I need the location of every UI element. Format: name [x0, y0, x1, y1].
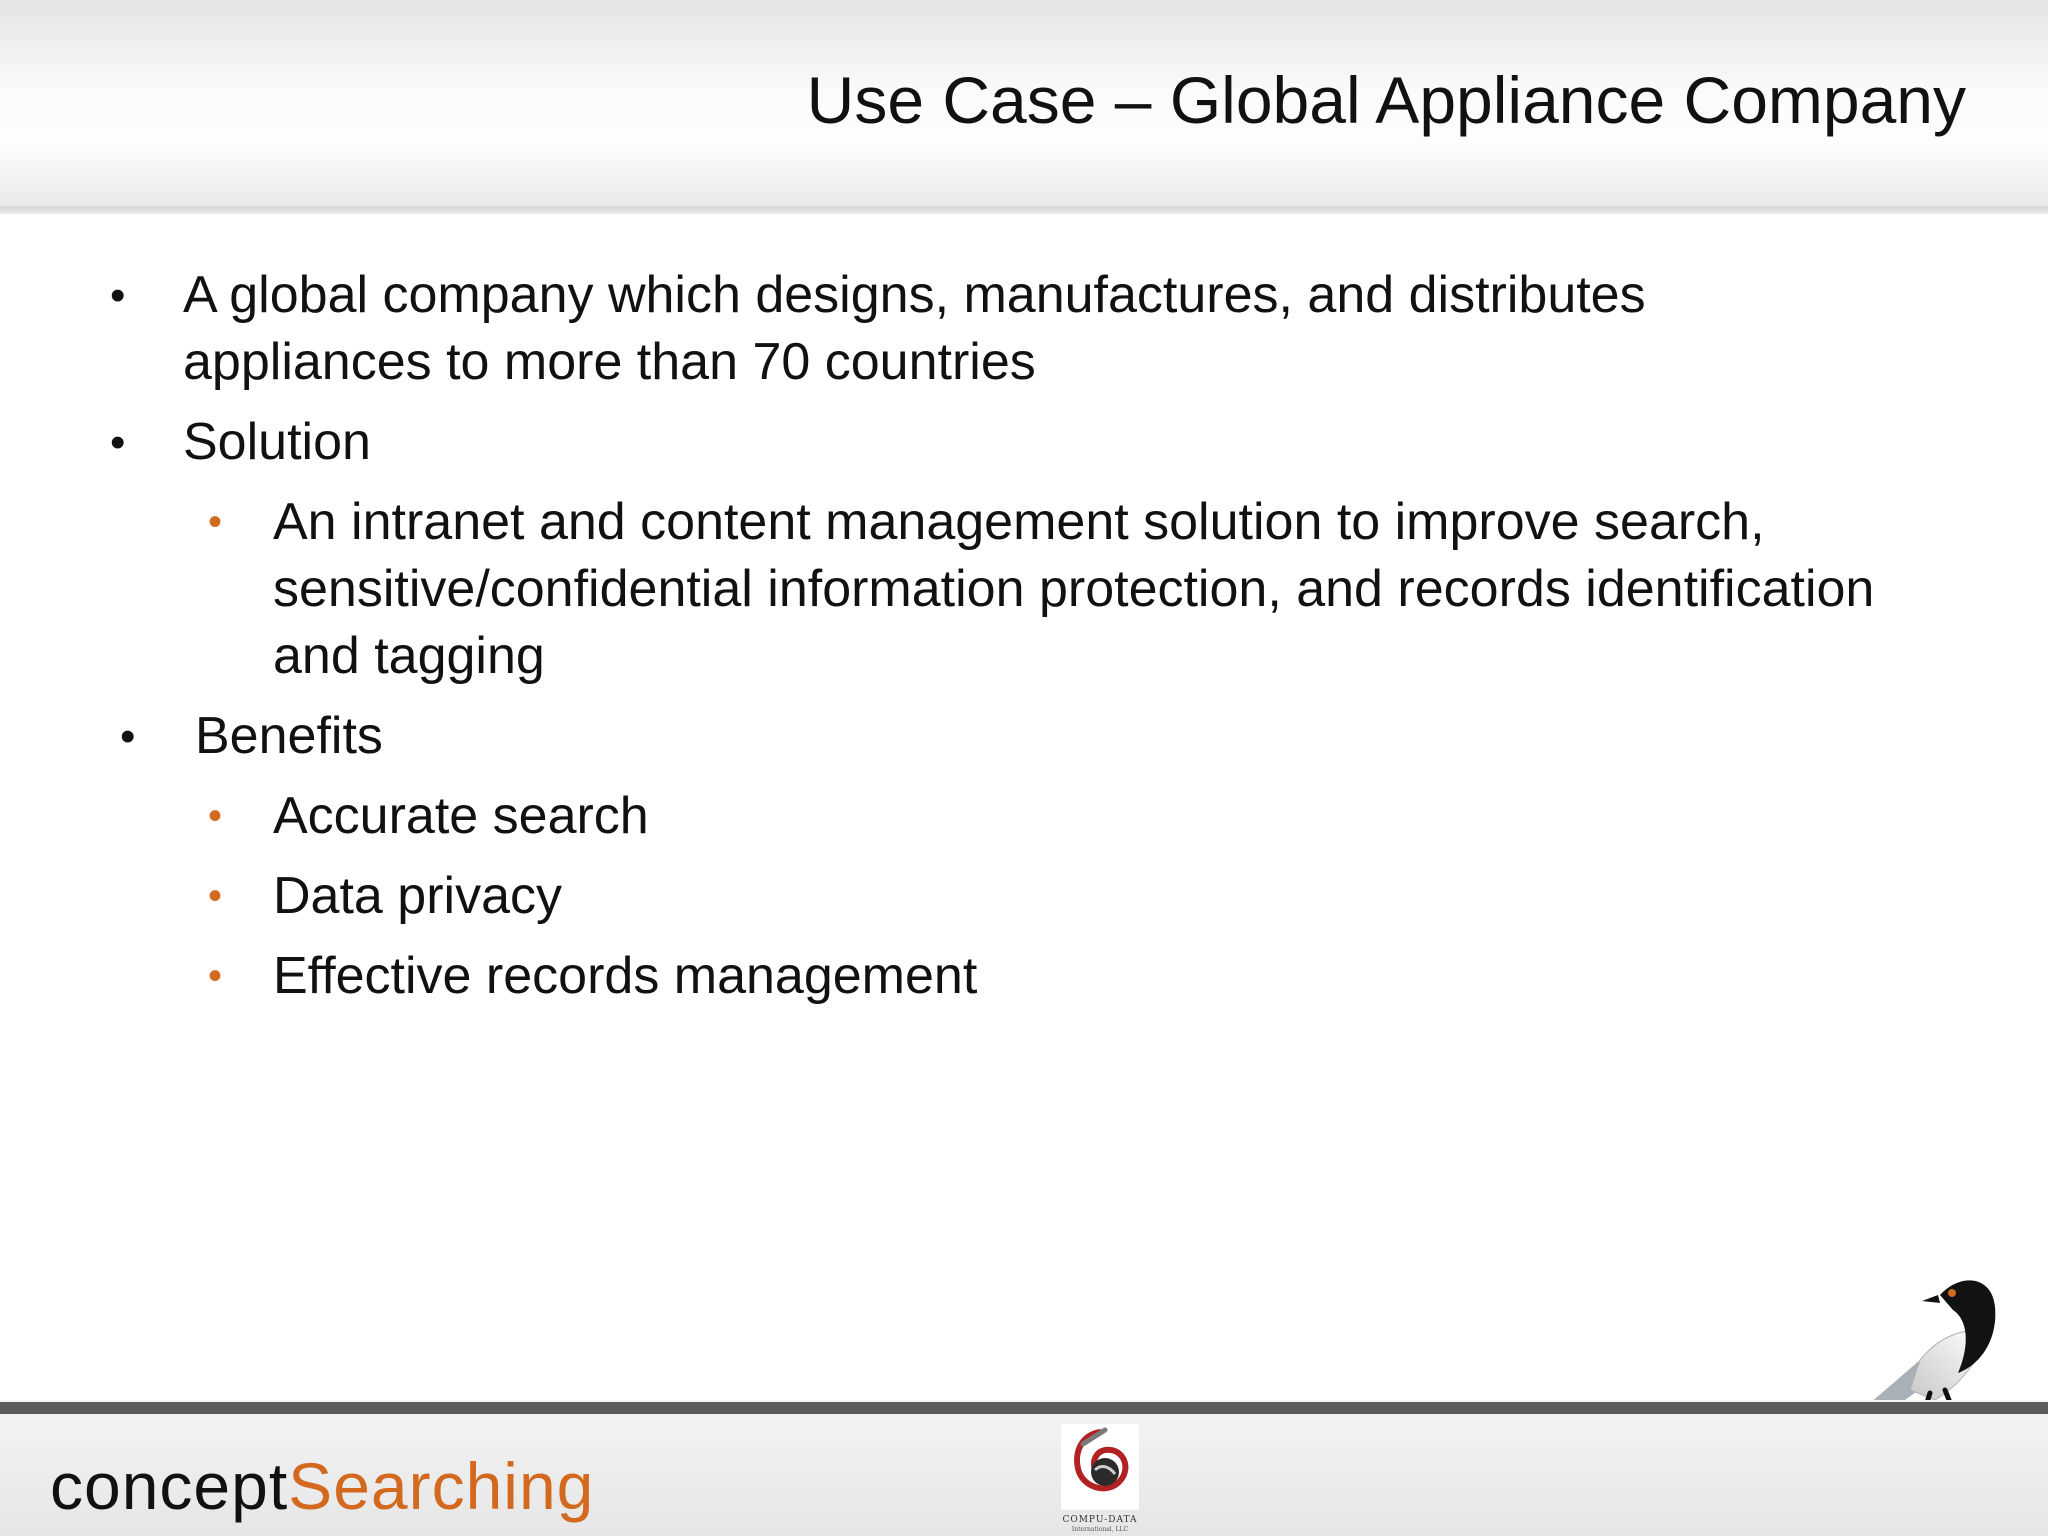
- bullet-item: • Benefits: [120, 703, 2048, 770]
- bullet-dot: •: [110, 418, 126, 467]
- logo-text-concept: concept: [50, 1449, 289, 1523]
- bullet-list: • A global company which designs, manufa…: [0, 262, 2048, 1010]
- sub-bullet-item: • Data privacy: [208, 863, 2048, 930]
- bullet-item: • Solution: [110, 409, 2048, 476]
- slide: Use Case – Global Appliance Company • A …: [0, 0, 2048, 1536]
- bullet-text: Effective records management: [273, 947, 978, 1005]
- compu-data-logo-icon: [1061, 1424, 1139, 1510]
- bullet-text: Solution: [183, 413, 371, 471]
- header-divider: [0, 206, 2048, 214]
- logo-text-searching: Searching: [288, 1449, 595, 1523]
- sub-bullet-item: • Effective records management: [208, 943, 2048, 1010]
- bullet-text: A global company which designs, manufact…: [183, 266, 1646, 391]
- bullet-dot: •: [120, 712, 136, 761]
- footer-divider: [0, 1402, 2048, 1414]
- bullet-dot: •: [110, 271, 126, 320]
- compu-data-logo: COMPU-DATA International, LLC: [1061, 1424, 1139, 1533]
- bullet-text: Benefits: [195, 707, 383, 765]
- bullet-dot: •: [208, 874, 223, 918]
- slide-title: Use Case – Global Appliance Company: [806, 63, 1966, 137]
- sub-bullet-item: • An intranet and content management sol…: [208, 489, 2048, 690]
- bullet-dot: •: [208, 500, 223, 544]
- bullet-item: • A global company which designs, manufa…: [110, 262, 2048, 396]
- concept-searching-logo: conceptSearching: [50, 1446, 594, 1526]
- compu-data-subcaption: International, LLC: [1071, 1526, 1129, 1533]
- bullet-text: Data privacy: [273, 867, 562, 925]
- bullet-dot: •: [208, 954, 223, 998]
- bullet-text: An intranet and content management solut…: [273, 493, 1875, 685]
- bullet-dot: •: [208, 794, 223, 838]
- sub-bullet-item: • Accurate search: [208, 783, 2048, 850]
- compu-data-caption: COMPU-DATA: [1062, 1515, 1138, 1525]
- bullet-text: Accurate search: [273, 787, 649, 845]
